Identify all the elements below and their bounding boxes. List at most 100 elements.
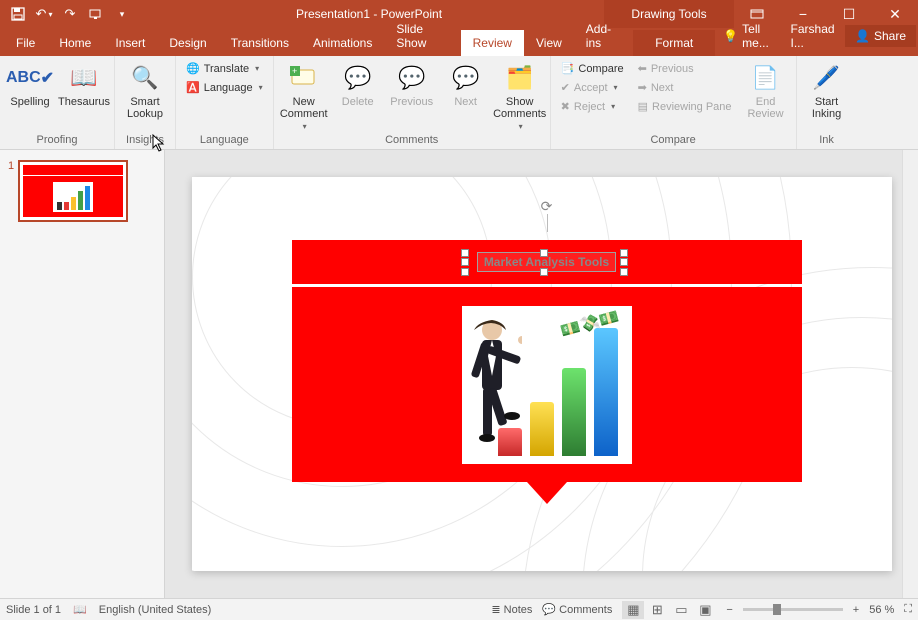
selection-handle[interactable] (540, 249, 548, 257)
reviewing-pane-icon: ▤ (638, 100, 648, 113)
zoom-out-button[interactable]: − (726, 604, 732, 616)
selection-handle[interactable] (461, 258, 469, 266)
thumbnail-preview[interactable] (18, 160, 128, 222)
smart-lookup-button[interactable]: 🔍Smart Lookup (121, 58, 169, 120)
slide-sorter-icon[interactable]: ⊞ (646, 601, 668, 619)
comments-toggle[interactable]: 💬 Comments (542, 603, 612, 616)
tab-format[interactable]: Format (633, 30, 715, 56)
next-comment-button: 💬Next (442, 58, 490, 108)
workspace: 1 (0, 150, 918, 598)
tab-home[interactable]: Home (47, 30, 103, 56)
delete-comment-button: 💬Delete (334, 58, 382, 108)
end-review-icon: 📄 (750, 62, 782, 94)
normal-view-icon[interactable]: ▦ (622, 601, 644, 619)
reading-view-icon[interactable]: ▭ (670, 601, 692, 619)
selection-handle[interactable] (620, 258, 628, 266)
tab-design[interactable]: Design (157, 30, 218, 56)
language-button[interactable]: 🅰️Language▾ (182, 79, 267, 96)
rotation-handle[interactable]: ⟳ (539, 198, 555, 214)
selection-handle[interactable] (461, 249, 469, 257)
group-compare: 📑Compare ✔Accept▾ ✖Reject▾ ⬅Previous ➡Ne… (551, 56, 797, 149)
fit-to-window-icon[interactable]: ⛶ (904, 603, 912, 616)
slide-thumbnail-pane[interactable]: 1 (0, 150, 165, 598)
next-change-icon: ➡ (638, 81, 647, 94)
reviewing-pane-button: ▤Reviewing Pane (634, 98, 736, 115)
ribbon-tabs: File Home Insert Design Transitions Anim… (0, 28, 918, 56)
slide-counter[interactable]: Slide 1 of 1 (6, 604, 61, 616)
callout-body[interactable]: 💵💸💵 (292, 287, 802, 482)
callout-title-bar[interactable]: ⟳ Market Analysis Tools (292, 240, 802, 284)
zoom-level[interactable]: 56 % (869, 604, 894, 616)
tab-review[interactable]: Review (461, 30, 524, 56)
tab-slideshow[interactable]: Slide Show (384, 16, 460, 56)
previous-comment-icon: 💬 (396, 62, 428, 94)
compare-icon: 📑 (561, 62, 575, 75)
group-comments: +New Comment▾ 💬Delete 💬Previous 💬Next 🗂️… (274, 56, 551, 149)
callout-pointer (527, 482, 567, 504)
next-comment-icon: 💬 (450, 62, 482, 94)
person-icon: 👤 (855, 29, 870, 43)
tab-animations[interactable]: Animations (301, 30, 384, 56)
group-insights: 🔍Smart Lookup Insights (115, 56, 176, 149)
new-comment-button[interactable]: +New Comment▾ (280, 58, 328, 131)
quick-access-toolbar: ↶▾ ↷ ▾ (0, 2, 134, 26)
start-inking-button[interactable]: 🖊️Start Inking (803, 58, 851, 120)
slide-thumbnail[interactable]: 1 (8, 160, 156, 222)
view-buttons: ▦ ⊞ ▭ ▣ (622, 601, 716, 619)
slide-canvas[interactable]: ⟳ Market Analysis Tools (192, 177, 892, 571)
zoom-slider[interactable] (743, 608, 843, 611)
accept-icon: ✔ (561, 81, 570, 94)
group-proofing: ABC✔Spelling 📖Thesaurus Proofing (0, 56, 115, 149)
callout-shape[interactable]: ⟳ Market Analysis Tools (292, 240, 802, 504)
inking-icon: 🖊️ (811, 62, 843, 94)
spelling-icon: ABC✔ (14, 62, 46, 94)
tab-view[interactable]: View (524, 30, 574, 56)
businessman-graphic (466, 316, 522, 456)
zoom-slider-thumb[interactable] (773, 604, 781, 615)
selection-handle[interactable] (620, 268, 628, 276)
accept-button: ✔Accept▾ (557, 79, 628, 96)
selection-handle[interactable] (620, 249, 628, 257)
translate-icon: 🌐 (186, 62, 200, 75)
thesaurus-icon: 📖 (68, 62, 100, 94)
save-icon[interactable] (6, 2, 30, 26)
tell-me-search[interactable]: 💡Tell me... (715, 16, 782, 56)
compare-button[interactable]: 📑Compare (557, 60, 628, 77)
account-name[interactable]: Farshad I... (785, 16, 844, 56)
notes-toggle[interactable]: ≣ Notes (491, 603, 532, 616)
new-comment-icon: + (288, 62, 320, 94)
slide-editor[interactable]: ⟳ Market Analysis Tools (165, 150, 918, 598)
qat-customize-icon[interactable]: ▾ (110, 2, 134, 26)
delete-comment-icon: 💬 (342, 62, 374, 94)
chart-image[interactable]: 💵💸💵 (462, 306, 632, 464)
share-button[interactable]: 👤Share (845, 25, 916, 47)
reject-button: ✖Reject▾ (557, 98, 628, 115)
reject-icon: ✖ (561, 100, 570, 113)
tab-insert[interactable]: Insert (103, 30, 157, 56)
group-ink: 🖊️Start Inking Ink (797, 56, 857, 149)
end-review-button: 📄End Review (742, 58, 790, 120)
spellcheck-status-icon[interactable]: 📖 (73, 603, 87, 616)
undo-icon[interactable]: ↶▾ (32, 2, 56, 26)
tab-file[interactable]: File (4, 30, 47, 56)
selection-handle[interactable] (540, 268, 548, 276)
selection-handle[interactable] (461, 268, 469, 276)
start-from-beginning-icon[interactable] (84, 2, 108, 26)
language-status[interactable]: English (United States) (99, 604, 212, 616)
ribbon: ABC✔Spelling 📖Thesaurus Proofing 🔍Smart … (0, 56, 918, 150)
compare-previous-button: ⬅Previous (634, 60, 736, 77)
redo-icon[interactable]: ↷ (58, 2, 82, 26)
thesaurus-button[interactable]: 📖Thesaurus (60, 58, 108, 108)
tab-transitions[interactable]: Transitions (219, 30, 301, 56)
lightbulb-icon: 💡 (723, 29, 738, 43)
tab-addins[interactable]: Add-ins (574, 16, 633, 56)
show-comments-button[interactable]: 🗂️Show Comments▾ (496, 58, 544, 131)
spelling-button[interactable]: ABC✔Spelling (6, 58, 54, 108)
vertical-scrollbar[interactable] (902, 150, 918, 598)
translate-button[interactable]: 🌐Translate▾ (182, 60, 267, 77)
slideshow-view-icon[interactable]: ▣ (694, 601, 716, 619)
svg-text:+: + (292, 66, 297, 76)
zoom-in-button[interactable]: + (853, 604, 859, 616)
statusbar: Slide 1 of 1 📖 English (United States) ≣… (0, 598, 918, 620)
slide-number: 1 (8, 160, 14, 222)
